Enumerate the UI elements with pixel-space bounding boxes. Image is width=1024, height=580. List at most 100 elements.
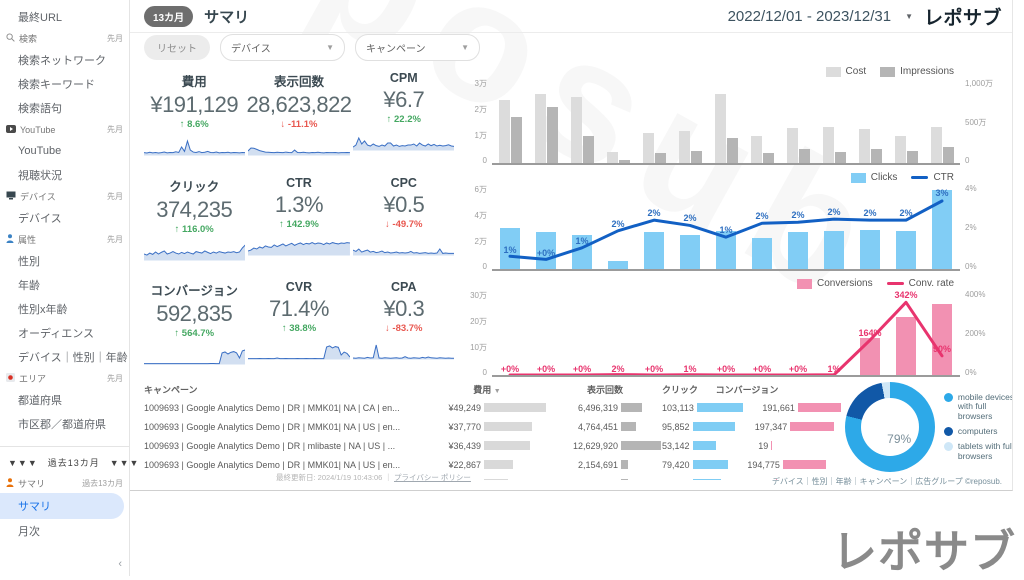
privacy-policy-link[interactable]: プライバシー ポリシー [394, 473, 471, 482]
sidebar-item-22[interactable]: サマリ [0, 493, 124, 519]
person-icon [6, 234, 14, 245]
cell-impressions: 2,133,847 [548, 479, 662, 481]
sidebar-item-2[interactable]: 検索ネットワーク [0, 48, 129, 72]
bar-cost [535, 94, 546, 163]
cell-bar [621, 403, 642, 412]
bar-impressions [511, 117, 522, 163]
cell-impressions: 12,629,920 [548, 441, 662, 451]
reset-button[interactable]: リセット [144, 35, 210, 60]
sidebar-section-youtube[interactable]: YouTube先月 [0, 120, 129, 139]
sidebar-section-label: 属性 [18, 233, 36, 246]
axis-tick: 2万 [475, 236, 487, 247]
kpi-grid: 費用¥191,129↑ 8.6%表示回数28,623,822↓ -11.1%CP… [130, 62, 460, 380]
sidebar-item-12[interactable]: 年齢 [0, 273, 129, 297]
cell-impressions: 6,496,319 [548, 403, 662, 413]
col-header-label: 表示回数 [548, 383, 662, 396]
cell-value: ¥37,770 [426, 422, 481, 432]
youtube-icon [6, 125, 16, 135]
cell-value: ¥49,249 [426, 403, 481, 413]
kpi-card-7: CVR71.4%↑ 38.8% [246, 273, 351, 378]
sidebar-section-person[interactable]: 属性先月 [0, 230, 129, 249]
sidebar-section-label: YouTube [20, 125, 55, 135]
sidebar-collapse-icon[interactable]: ‹ [118, 558, 122, 570]
sidebar-item-18[interactable]: 市区郡／都道府県 [0, 412, 129, 436]
bar-cost [607, 152, 618, 163]
sidebar-section-label: 検索 [19, 32, 37, 45]
axis-tick: 2% [965, 223, 977, 232]
data-label: 2% [791, 210, 804, 220]
sidebar-section-summary[interactable]: サマリ過去13カ月 [0, 474, 129, 493]
kpi-sparkline [144, 342, 245, 365]
sidebar-item-23[interactable]: 月次 [0, 519, 129, 543]
table-row-2: 1009693 | Google Analytics Demo | DR | m… [144, 436, 841, 455]
legend-item: Conv. rate [887, 278, 954, 289]
chart-conversions-rate: ConversionsConv. rate30万20万10万0+0%+0%+0%… [462, 274, 1006, 380]
cell-bar [693, 441, 717, 450]
chevron-down-icon: ▼ [326, 43, 334, 52]
sidebar-item-3[interactable]: 検索キーワード [0, 72, 129, 96]
footer-separator: ｜ [384, 473, 392, 482]
axis-tick: 2万 [475, 104, 487, 115]
sidebar: 最終URL検索先月検索ネットワーク検索キーワード検索語句YouTube先月You… [0, 0, 130, 576]
device-filter-dropdown[interactable]: デバイス ▼ [220, 34, 345, 61]
sidebar-section-label: デバイス [20, 190, 56, 203]
data-label: 90% [933, 344, 951, 354]
cell-bar [484, 441, 530, 450]
kpi-sparkline [144, 238, 245, 261]
cell-value: 194,775 [728, 460, 780, 470]
kpi-delta: ↑ 142.9% [279, 219, 319, 230]
page-title: サマリ [204, 6, 249, 27]
sidebar-section-area[interactable]: エリア先月 [0, 369, 129, 388]
sidebar-item-13[interactable]: 性別x年齢 [0, 297, 129, 321]
kpi-value: 71.4% [269, 296, 329, 322]
sidebar-item-7[interactable]: 視聴状況 [0, 163, 129, 187]
sidebar-item-15[interactable]: デバイス｜性別｜年齢｜キ... [0, 345, 129, 369]
data-label: 2% [611, 219, 624, 229]
sidebar-section-search[interactable]: 検索先月 [0, 29, 129, 48]
axis-tick: 6万 [475, 184, 487, 195]
bar-group [895, 78, 918, 163]
chart-legend: ClicksCTR [851, 172, 954, 183]
y-axis-left: 30万20万10万0 [462, 290, 492, 377]
axis-tick: 20万 [470, 316, 487, 327]
kpi-card-3: クリック374,235↑ 116.0% [142, 169, 246, 274]
table-row-3: 1009693 | Google Analytics Demo | DR | M… [144, 455, 841, 474]
data-label: +0% [501, 364, 519, 374]
sidebar-item-6[interactable]: YouTube [0, 139, 129, 163]
cell-value: 95,852 [662, 422, 690, 432]
bar-cost [499, 100, 510, 163]
col-header-conversions: コンバージョン [698, 383, 796, 396]
cell-value: 64,477 [662, 479, 690, 481]
plot-wrap: 6万4万2万01%+0%1%2%2%2%1%2%2%2%2%2%3%4%2%0% [462, 184, 1006, 274]
data-label: 2% [899, 208, 912, 218]
plot-area [492, 78, 960, 165]
cell-conversions: 191,661 [743, 403, 841, 413]
data-label: 2% [611, 364, 624, 374]
data-label: 2% [863, 208, 876, 218]
donut-legend-item-1: computers [944, 427, 1013, 437]
cell-clicks: 103,113 [662, 403, 743, 413]
sidebar-item-14[interactable]: オーディエンス [0, 321, 129, 345]
sidebar-item-9[interactable]: デバイス [0, 206, 129, 230]
kpi-title: 費用 [182, 71, 207, 90]
donut-legend-item-2: tablets with full browsers [944, 442, 1013, 462]
sidebar-section-device[interactable]: デバイス先月 [0, 187, 129, 206]
sidebar-item-4[interactable]: 検索語句 [0, 96, 129, 120]
bar-group [787, 78, 810, 163]
table-row-1: 1009693 | Google Analytics Demo | DR | M… [144, 417, 841, 436]
date-range-picker[interactable]: 2022/12/01 - 2023/12/31 ▼ [728, 8, 913, 25]
sidebar-item-0[interactable]: 最終URL [0, 5, 129, 29]
col-header-cost[interactable]: 費用 ▼ [426, 383, 548, 396]
cell-value: 79,420 [662, 460, 690, 470]
bar-impressions [871, 149, 882, 163]
sidebar-item-11[interactable]: 性別 [0, 249, 129, 273]
axis-tick: 1,000万 [965, 78, 993, 89]
bar-impressions [583, 136, 594, 163]
bar-impressions [619, 160, 630, 163]
kpi-title: CPC [391, 176, 417, 190]
app-logo: レポサブ [924, 3, 1002, 30]
cell-bar [783, 460, 826, 469]
sidebar-item-17[interactable]: 都道府県 [0, 388, 129, 412]
legend-swatch [826, 67, 841, 77]
campaign-filter-dropdown[interactable]: キャンペーン ▼ [355, 34, 480, 61]
